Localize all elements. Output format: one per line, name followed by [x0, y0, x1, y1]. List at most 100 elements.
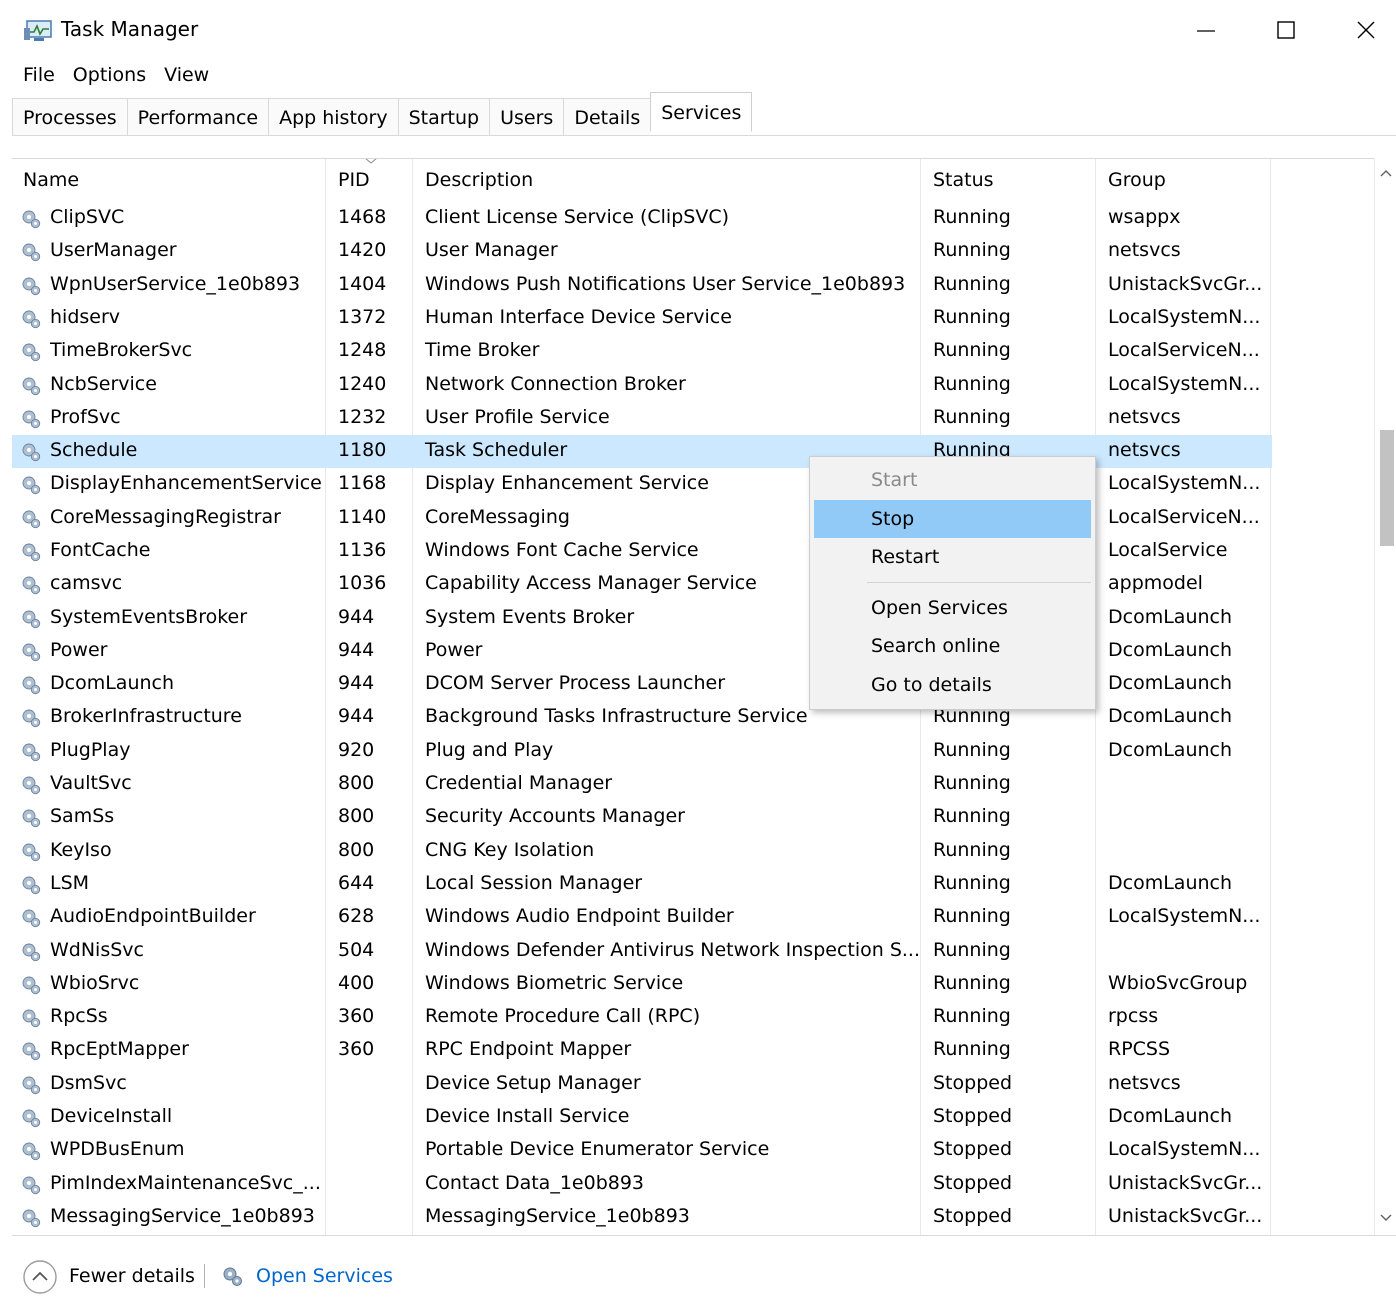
- cell-name: ProfSvc: [50, 406, 121, 428]
- table-row[interactable]: DeviceInstall Device Install Service Stopp…: [12, 1101, 1272, 1134]
- context-menu: Start Stop Restart Open Services Search …: [809, 456, 1096, 710]
- cell-group: LocalSystemN...: [1108, 905, 1261, 927]
- tab-performance[interactable]: Performance: [126, 98, 269, 136]
- table-row[interactable]: TimeBrokerSvc 1248 Time Broker Running Local…: [12, 335, 1272, 368]
- table-row[interactable]: NcbService 1240 Network Connection Broker R…: [12, 369, 1272, 402]
- table-row[interactable]: hidserv 1372 Human Interface Device Servic…: [12, 302, 1272, 335]
- tab-services[interactable]: Services: [650, 92, 753, 132]
- menu-item-open-services[interactable]: Open Services: [814, 589, 1091, 627]
- table-row[interactable]: MessagingService_1e0b893 MessagingService…: [12, 1201, 1272, 1234]
- tab-users[interactable]: Users: [489, 98, 564, 136]
- table-row[interactable]: WdNisSvc 504 Windows Defender Antivirus Ne…: [12, 935, 1272, 968]
- cell-pid: 1404: [338, 273, 387, 295]
- cell-description: Contact Data_1e0b893: [425, 1172, 645, 1194]
- service-gear-icon: [22, 1176, 41, 1195]
- cell-name: Power: [50, 639, 108, 661]
- table-row[interactable]: RpcSs 360 Remote Procedure Call (RPC) Runni…: [12, 1001, 1272, 1034]
- cell-description: Local Session Manager: [425, 872, 643, 894]
- tab-processes[interactable]: Processes: [12, 98, 127, 136]
- cell-description: Human Interface Device Service: [425, 306, 732, 328]
- menu-item-go-to-details[interactable]: Go to details: [814, 666, 1091, 704]
- cell-description: CNG Key Isolation: [425, 839, 595, 861]
- table-row[interactable]: WpnUserService_1e0b893 1404 Windows Push N…: [12, 269, 1272, 302]
- cell-name: DsmSvc: [50, 1072, 127, 1094]
- cell-description: Background Tasks Infrastructure Service: [425, 705, 808, 727]
- cell-pid: 360: [338, 1005, 375, 1027]
- cell-group: LocalSystemN...: [1108, 306, 1261, 328]
- tab-details[interactable]: Details: [563, 98, 651, 136]
- cell-status: Running: [933, 872, 1011, 894]
- cell-name: AudioEndpointBuilder: [50, 905, 256, 927]
- cell-description: Windows Defender Antivirus Network Inspe…: [425, 939, 921, 961]
- cell-pid: 1248: [338, 339, 387, 361]
- cell-description: Network Connection Broker: [425, 373, 686, 395]
- service-gear-icon: [22, 610, 41, 629]
- cell-pid: 644: [338, 872, 375, 894]
- service-gear-icon: [22, 243, 41, 262]
- cell-name: VaultSvc: [50, 772, 132, 794]
- table-row[interactable]: PimIndexMaintenanceSvc_... Contact Data_1…: [12, 1168, 1272, 1201]
- minimize-button[interactable]: [1176, 10, 1236, 50]
- scroll-up-button[interactable]: [1375, 166, 1396, 182]
- table-row[interactable]: ProfSvc 1232 User Profile Service Running ne…: [12, 402, 1272, 435]
- vertical-scrollbar[interactable]: [1374, 158, 1396, 1235]
- menu-item-restart[interactable]: Restart: [814, 538, 1091, 576]
- cell-name: Schedule: [50, 439, 138, 461]
- service-gear-icon: [22, 210, 41, 229]
- menu-item-search-online[interactable]: Search online: [814, 627, 1091, 665]
- column-header-name[interactable]: Name: [23, 169, 79, 191]
- cell-pid: 360: [338, 1038, 375, 1060]
- table-row[interactable]: UserManager 1420 User Manager Running netsvc…: [12, 235, 1272, 268]
- table-row[interactable]: LSM 644 Local Session Manager Running DcomLa…: [12, 868, 1272, 901]
- table-row[interactable]: PlugPlay 920 Plug and Play Running DcomLaunc…: [12, 735, 1272, 768]
- cell-name: WbioSrvc: [50, 972, 140, 994]
- fewer-details-chevron-icon[interactable]: [22, 1259, 58, 1295]
- cell-group: RPCSS: [1108, 1038, 1171, 1060]
- table-row[interactable]: RpcEptMapper 360 RPC Endpoint Mapper Runnin…: [12, 1034, 1272, 1067]
- fewer-details-link[interactable]: Fewer details: [69, 1265, 195, 1287]
- close-button[interactable]: [1336, 10, 1396, 50]
- services-table: Name PID Description Status Group ClipSV…: [12, 158, 1396, 1235]
- table-row[interactable]: SamSs 800 Security Accounts Manager Running: [12, 801, 1272, 834]
- cell-description: Credential Manager: [425, 772, 613, 794]
- table-row[interactable]: WPDBusEnum Portable Device Enumerator Ser…: [12, 1134, 1272, 1167]
- cell-description: System Events Broker: [425, 606, 635, 628]
- cell-pid: 504: [338, 939, 375, 961]
- scroll-thumb[interactable]: [1380, 430, 1394, 546]
- tab-app-history[interactable]: App history: [268, 98, 398, 136]
- cell-group: LocalSystemN...: [1108, 1138, 1261, 1160]
- cell-description: Plug and Play: [425, 739, 554, 761]
- service-gear-icon: [22, 377, 41, 396]
- table-row[interactable]: WbioSrvc 400 Windows Biometric Service Runn…: [12, 968, 1272, 1001]
- menu-view[interactable]: View: [155, 60, 218, 90]
- table-row[interactable]: VaultSvc 800 Credential Manager Running: [12, 768, 1272, 801]
- menu-options[interactable]: Options: [64, 60, 155, 90]
- service-gear-icon: [22, 809, 41, 828]
- cell-name: WpnUserService_1e0b893: [50, 273, 301, 295]
- cell-status: Running: [933, 206, 1011, 228]
- menu-item-stop[interactable]: Stop: [814, 500, 1091, 538]
- cell-group: netsvcs: [1108, 1072, 1181, 1094]
- service-gear-icon: [22, 976, 41, 995]
- table-row[interactable]: DsmSvc Device Setup Manager Stopped netsvcs: [12, 1068, 1272, 1101]
- open-services-link[interactable]: Open Services: [256, 1265, 393, 1287]
- scroll-down-button[interactable]: [1375, 1211, 1396, 1227]
- cell-group: netsvcs: [1108, 239, 1181, 261]
- table-row[interactable]: AudioEndpointBuilder 628 Windows Audio End…: [12, 901, 1272, 934]
- table-row[interactable]: KeyIso 800 CNG Key Isolation Running: [12, 835, 1272, 868]
- column-header-pid[interactable]: PID: [338, 169, 370, 191]
- column-header-description[interactable]: Description: [425, 169, 533, 191]
- menu-file[interactable]: File: [14, 60, 64, 90]
- cell-name: WdNisSvc: [50, 939, 144, 961]
- service-gear-icon: [22, 843, 41, 862]
- cell-description: Portable Device Enumerator Service: [425, 1138, 770, 1160]
- services-gear-icon: [223, 1267, 242, 1286]
- cell-group: LocalSystemN...: [1108, 373, 1261, 395]
- title-bar: Task Manager: [0, 0, 1396, 60]
- column-header-status[interactable]: Status: [933, 169, 994, 191]
- maximize-button[interactable]: [1256, 10, 1316, 50]
- tab-startup[interactable]: Startup: [397, 98, 490, 136]
- cell-name: RpcEptMapper: [50, 1038, 189, 1060]
- column-header-group[interactable]: Group: [1108, 169, 1166, 191]
- table-row[interactable]: ClipSVC 1468 Client License Service (ClipS…: [12, 202, 1272, 235]
